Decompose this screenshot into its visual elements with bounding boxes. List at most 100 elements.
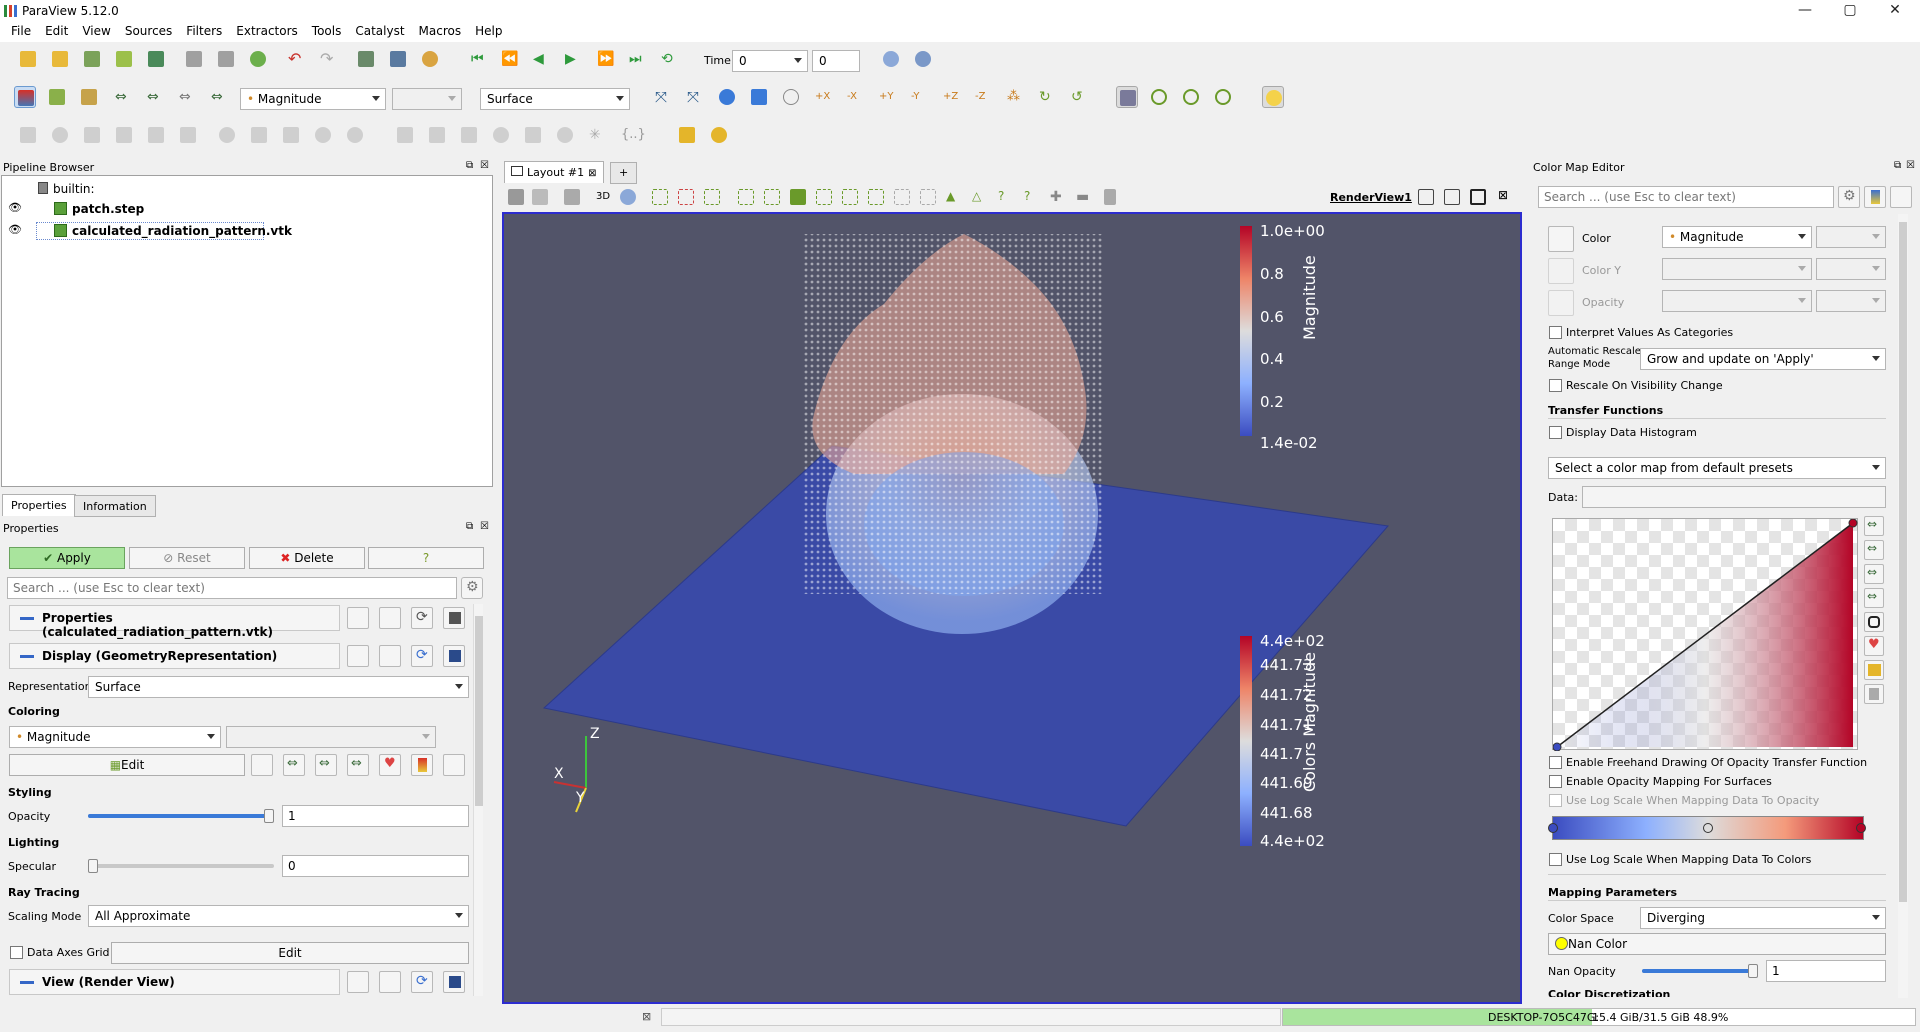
section-display[interactable]: Display (GeometryRepresentation) bbox=[9, 643, 340, 669]
tf-rescale-time-button[interactable]: ⇔ bbox=[1864, 564, 1884, 584]
cme-gear-button[interactable]: ⚙ bbox=[1838, 186, 1860, 208]
pipeline-item-radiation[interactable]: calculated_radiation_pattern.vtk bbox=[72, 224, 292, 238]
select-frustum-button[interactable] bbox=[736, 187, 756, 207]
rescale-time-range-button[interactable]: ⇔ bbox=[176, 86, 198, 108]
minimize-button[interactable]: — bbox=[1790, 2, 1820, 22]
component-combo[interactable] bbox=[392, 88, 462, 110]
choose-preset-button[interactable] bbox=[78, 86, 100, 108]
extract-subset-button[interactable] bbox=[177, 124, 199, 146]
previous-frame-button[interactable]: ⏪ bbox=[498, 48, 520, 70]
select-polygon-button[interactable] bbox=[762, 187, 782, 207]
histogram-checkbox[interactable] bbox=[1549, 426, 1562, 439]
undock-icon[interactable]: ⧉ bbox=[1894, 160, 1901, 171]
section-properties[interactable]: Properties (calculated_radiation_pattern… bbox=[9, 605, 340, 639]
rescale-visibility-checkbox[interactable] bbox=[1549, 379, 1562, 392]
split-vertical-button[interactable] bbox=[1442, 187, 1462, 207]
find-selection-button[interactable]: ? bbox=[1022, 187, 1042, 207]
next-frame-button[interactable]: ⏩ bbox=[594, 48, 616, 70]
data-axes-checkbox[interactable] bbox=[10, 946, 23, 959]
menu-view[interactable]: View bbox=[75, 22, 117, 40]
view-name-label[interactable]: RenderView1 bbox=[1330, 191, 1412, 204]
properties-search-input[interactable]: Search ... (use Esc to clear text) bbox=[7, 577, 457, 599]
capture-screenshot-button[interactable] bbox=[506, 187, 526, 207]
cme-colory-component[interactable] bbox=[1816, 258, 1886, 280]
undock-icon[interactable]: ⧉ bbox=[466, 160, 473, 171]
view-plus-z-button[interactable]: +Z bbox=[940, 86, 962, 108]
cme-color-select[interactable]: • Magnitude bbox=[1662, 226, 1812, 248]
tf-rescale-custom-button[interactable]: ⇔ bbox=[1864, 540, 1884, 560]
close-panel-icon[interactable]: ☒ bbox=[480, 521, 489, 532]
loop-button[interactable]: ⟲ bbox=[658, 48, 680, 70]
redo-button[interactable]: ↷ bbox=[317, 48, 339, 70]
copy-properties-button[interactable] bbox=[347, 607, 369, 629]
nan-opacity-handle[interactable] bbox=[1748, 964, 1758, 978]
glyph-filter-button[interactable] bbox=[216, 124, 238, 146]
cme-colory-button[interactable] bbox=[1548, 258, 1574, 284]
interactive-select-button[interactable] bbox=[814, 187, 834, 207]
nan-opacity-input[interactable]: 1 bbox=[1766, 960, 1886, 982]
group-datasets-button[interactable] bbox=[312, 124, 334, 146]
stream-tracer-button[interactable] bbox=[248, 124, 270, 146]
menu-extractors[interactable]: Extractors bbox=[229, 22, 305, 40]
calculator-filter-button[interactable] bbox=[17, 124, 39, 146]
query-button[interactable]: ? bbox=[996, 187, 1016, 207]
help-button[interactable]: ? bbox=[368, 547, 484, 569]
preset-select[interactable]: Select a color map from default presets bbox=[1548, 457, 1886, 479]
log-opacity-checkbox[interactable] bbox=[1549, 794, 1562, 807]
paste-properties-button[interactable] bbox=[379, 607, 401, 629]
add-selection-button[interactable]: ✚ bbox=[1048, 187, 1068, 207]
isometric-view-button[interactable]: ⁂ bbox=[1004, 86, 1026, 108]
close-tab-icon[interactable]: ⊠ bbox=[588, 168, 596, 179]
python-calculator-button[interactable]: {..} bbox=[618, 124, 646, 146]
nan-opacity-slider[interactable] bbox=[1642, 964, 1758, 978]
plot-over-time-button[interactable] bbox=[426, 124, 448, 146]
play-backward-button[interactable]: ◀ bbox=[530, 48, 552, 70]
specular-slider-handle[interactable] bbox=[88, 859, 98, 873]
load-state-button[interactable] bbox=[215, 48, 237, 70]
view-minus-x-button[interactable]: -X bbox=[844, 86, 866, 108]
menu-catalyst[interactable]: Catalyst bbox=[348, 22, 411, 40]
freehand-checkbox[interactable] bbox=[1549, 756, 1562, 769]
hover-cells-button[interactable] bbox=[866, 187, 886, 207]
extract-level-button[interactable] bbox=[344, 124, 366, 146]
show-legend-button[interactable] bbox=[411, 754, 433, 776]
temporal-stats-button[interactable] bbox=[554, 124, 576, 146]
section-view[interactable]: View (Render View) bbox=[9, 969, 340, 995]
show-center-button[interactable] bbox=[1148, 86, 1170, 108]
clear-selection-button[interactable]: ▲ bbox=[944, 187, 964, 207]
color-control-point[interactable] bbox=[1548, 823, 1558, 833]
representation-select[interactable]: Surface bbox=[88, 676, 469, 698]
zoom-to-data-button[interactable] bbox=[716, 86, 738, 108]
tf-export-button[interactable] bbox=[1864, 684, 1884, 704]
undo-button[interactable]: ↶ bbox=[285, 48, 307, 70]
zoom-button[interactable] bbox=[618, 187, 638, 207]
visibility-eye-icon[interactable]: 👁 bbox=[8, 201, 22, 214]
paste-view-button[interactable] bbox=[379, 971, 401, 993]
preview-button[interactable] bbox=[530, 187, 550, 207]
reset-center-button[interactable] bbox=[1180, 86, 1202, 108]
open-recent-button[interactable] bbox=[49, 48, 71, 70]
apply-button[interactable]: ✔ Apply bbox=[9, 547, 125, 569]
view-plus-y-button[interactable]: +Y bbox=[876, 86, 898, 108]
paste-display-button[interactable] bbox=[379, 645, 401, 667]
close-panel-icon[interactable]: ☒ bbox=[480, 160, 489, 171]
annotate-time-button[interactable] bbox=[522, 124, 544, 146]
time-value-combo[interactable]: 0 bbox=[732, 50, 808, 72]
zoom-data-button[interactable] bbox=[912, 48, 934, 70]
shrink-selection-button[interactable] bbox=[918, 187, 938, 207]
particle-tracer-button[interactable]: ✳ bbox=[586, 124, 608, 146]
choose-colormap-button[interactable] bbox=[251, 754, 273, 776]
properties-scrollbar-thumb[interactable] bbox=[475, 616, 483, 806]
probe-line-button[interactable] bbox=[394, 124, 416, 146]
delete-selection-button[interactable] bbox=[1100, 187, 1120, 207]
pick-center-button[interactable] bbox=[1212, 86, 1234, 108]
color-transfer-function-bar[interactable] bbox=[1548, 816, 1866, 840]
color-space-select[interactable]: Diverging bbox=[1640, 907, 1886, 929]
menu-macros[interactable]: Macros bbox=[412, 22, 469, 40]
close-panel-icon[interactable]: ☒ bbox=[1906, 160, 1915, 171]
zoom-to-box-button[interactable] bbox=[748, 86, 770, 108]
specular-input[interactable]: 0 bbox=[282, 855, 469, 877]
advanced-settings-button[interactable]: ⚙ bbox=[461, 577, 483, 599]
cme-legend-button[interactable] bbox=[1864, 186, 1886, 208]
tf-save-preset-button[interactable] bbox=[1864, 660, 1884, 680]
